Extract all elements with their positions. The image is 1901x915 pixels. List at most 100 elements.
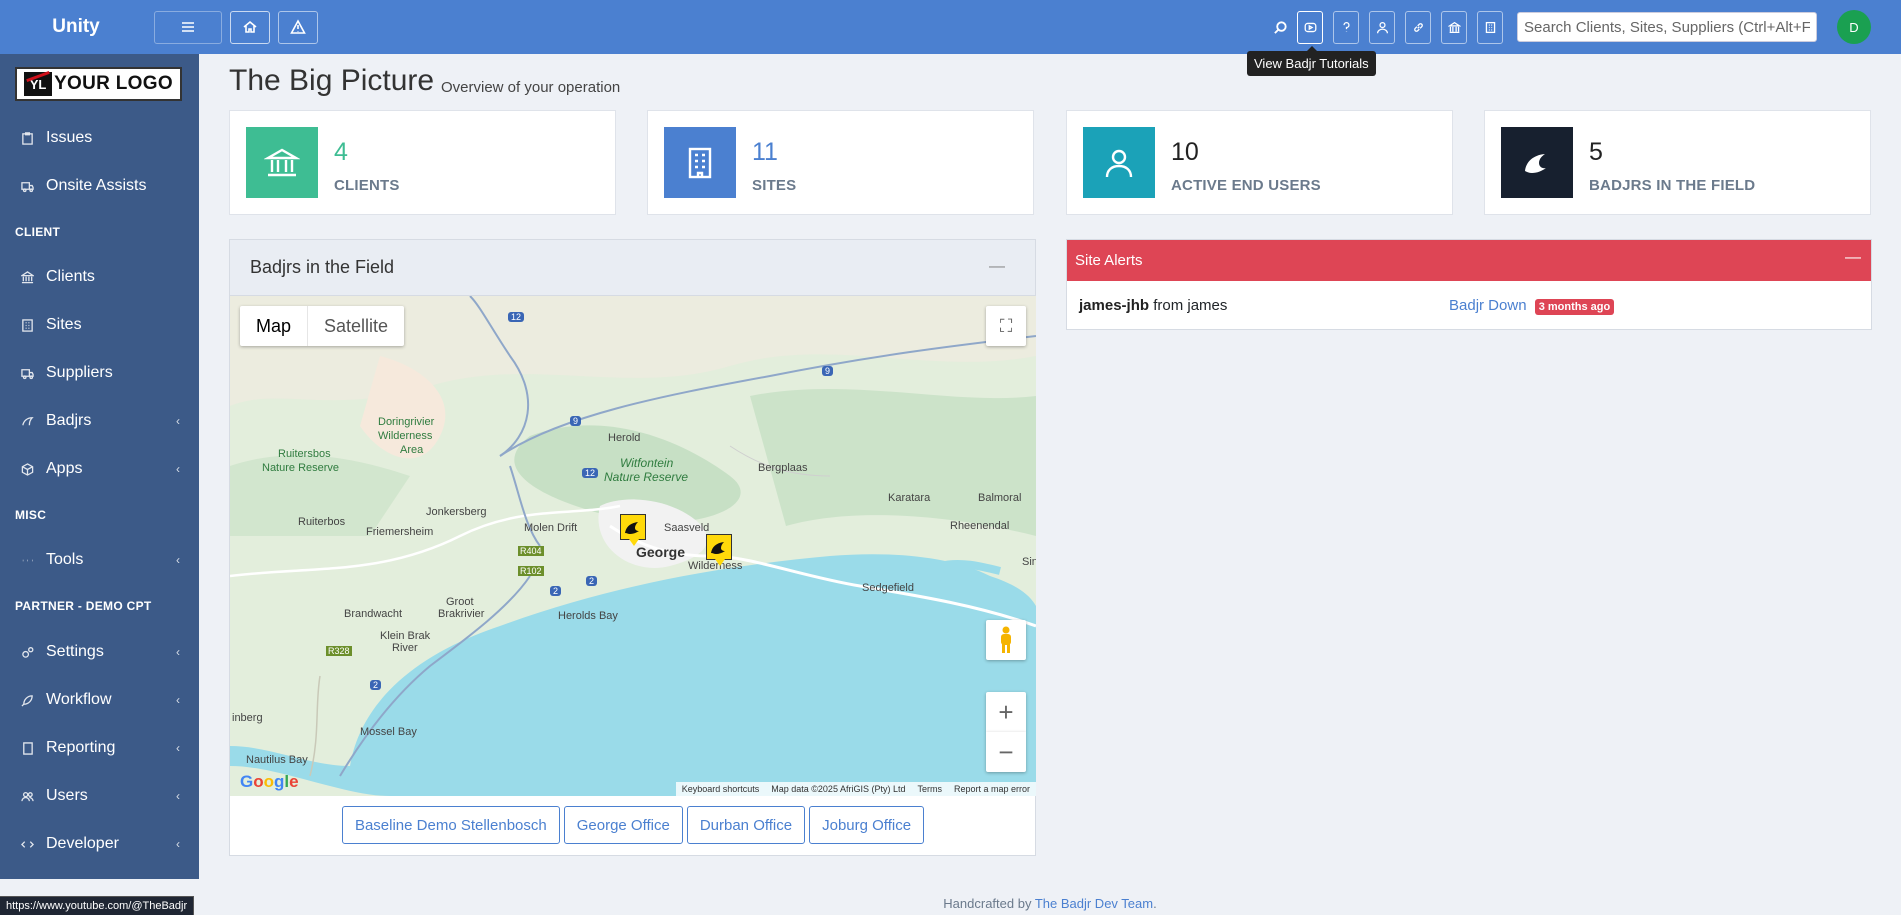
tooltip: View Badjr Tutorials — [1247, 46, 1376, 76]
question-icon — [1342, 21, 1350, 32]
map-label: Ruitersbos — [278, 448, 331, 460]
sidebar-item-settings[interactable]: Settings ‹ — [0, 632, 199, 672]
badjrs-map-panel: Badjrs in the Field — Map Satellite ⛶ + … — [229, 239, 1036, 856]
road-badge: R404 — [518, 546, 544, 556]
zoom-in-button[interactable]: + — [986, 692, 1026, 732]
stat-value: 4 — [334, 138, 348, 166]
map-label: Friemersheim — [366, 526, 434, 538]
sites-nav-button[interactable] — [1477, 10, 1503, 44]
map-label: Herold — [608, 432, 641, 444]
user-button[interactable] — [1369, 10, 1395, 44]
global-search-input[interactable] — [1517, 12, 1817, 42]
sidebar-item-badjrs[interactable]: Badjrs ‹ — [0, 401, 199, 441]
alert-status-link[interactable]: Badjr Down — [1449, 297, 1527, 314]
stat-value: 5 — [1589, 138, 1603, 166]
location-button-george[interactable]: George Office — [563, 806, 683, 844]
alert-source: james-jhb from james — [1067, 297, 1449, 314]
map-view[interactable]: Map Satellite ⛶ + − Doringrivier Wildern… — [230, 296, 1036, 796]
map-label: Wilderness — [378, 430, 433, 442]
map-label: Jonkersberg — [426, 506, 487, 518]
keyboard-shortcuts-link[interactable]: Keyboard shortcuts — [676, 784, 766, 794]
sidebar-item-label: Apps — [46, 460, 83, 477]
map-label: Karatara — [888, 492, 931, 504]
road-badge: 9 — [570, 416, 582, 426]
menu-toggle-button[interactable] — [154, 10, 222, 44]
map-label: Rheenendal — [950, 520, 1010, 532]
location-button-stellenbosch[interactable]: Baseline Demo Stellenbosch — [341, 806, 560, 844]
stat-card-clients[interactable]: 4 CLIENTS — [229, 110, 616, 215]
sidebar-item-label: Users — [46, 787, 88, 804]
bank-icon — [1447, 21, 1461, 33]
sidebar-item-workflow[interactable]: Workflow ‹ — [0, 680, 199, 720]
tutorials-button[interactable] — [1297, 10, 1323, 44]
sidebar-item-reporting[interactable]: Reporting ‹ — [0, 728, 199, 768]
badger-icon — [19, 413, 35, 429]
map-label: Brakrivier — [438, 608, 485, 620]
alert-row[interactable]: james-jhb from james Badjr Down 3 months… — [1067, 281, 1871, 330]
sidebar-item-sites[interactable]: Sites — [0, 305, 199, 345]
google-logo: Google — [240, 772, 299, 791]
sidebar-item-label: Tools — [46, 551, 84, 568]
logo-mark: YL — [24, 72, 53, 96]
alert-from: from james — [1153, 297, 1228, 314]
pegman-icon[interactable] — [986, 620, 1026, 660]
map-attribution: Keyboard shortcuts Map data ©2025 AfriGI… — [675, 782, 1036, 796]
dots-icon — [19, 552, 35, 568]
sidebar-item-tools[interactable]: Tools ‹ — [0, 540, 199, 580]
sidebar-item-label: Settings — [46, 643, 104, 660]
top-navbar: Unity D — [0, 0, 1901, 54]
road-badge: 2 — [550, 586, 562, 596]
sidebar-item-users[interactable]: Users ‹ — [0, 776, 199, 816]
search-icon[interactable] — [1267, 14, 1293, 40]
minimize-icon[interactable]: — — [989, 258, 1005, 276]
alerts-button[interactable] — [278, 10, 318, 44]
bank-icon — [246, 127, 318, 198]
location-button-joburg[interactable]: Joburg Office — [809, 806, 925, 844]
stat-card-active-users[interactable]: 10 ACTIVE END USERS — [1066, 110, 1453, 215]
fullscreen-icon[interactable]: ⛶ — [986, 306, 1026, 346]
panel-header: Badjrs in the Field — — [230, 240, 1035, 296]
terms-link[interactable]: Terms — [911, 784, 948, 794]
road-badge: 2 — [586, 576, 598, 586]
badjr-map-marker[interactable] — [620, 514, 646, 546]
sidebar-item-onsite-assists[interactable]: Onsite Assists — [0, 166, 199, 206]
sidebar-item-issues[interactable]: Issues — [0, 118, 199, 158]
links-button[interactable] — [1405, 10, 1431, 44]
home-icon — [243, 20, 257, 33]
alert-site[interactable]: james-jhb — [1079, 297, 1149, 314]
report-error-link[interactable]: Report a map error — [948, 784, 1036, 794]
sidebar-item-clients[interactable]: Clients — [0, 257, 199, 297]
clients-nav-button[interactable] — [1441, 10, 1467, 44]
alerts-header: Site Alerts — — [1067, 240, 1871, 281]
badjr-map-marker[interactable] — [706, 534, 732, 566]
sidebar-item-apps[interactable]: Apps ‹ — [0, 449, 199, 489]
user-avatar[interactable]: D — [1837, 10, 1871, 44]
sidebar-section-partner: PARTNER - DEMO CPT — [15, 599, 152, 613]
alert-time-badge: 3 months ago — [1534, 299, 1615, 315]
home-button[interactable] — [230, 10, 270, 44]
sidebar-item-developer[interactable]: Developer ‹ — [0, 824, 199, 864]
company-logo[interactable]: YL YOUR LOGO — [15, 67, 182, 101]
location-button-durban[interactable]: Durban Office — [686, 806, 806, 844]
location-buttons: Baseline Demo Stellenbosch George Office… — [230, 806, 1036, 844]
sidebar-item-label: Clients — [46, 268, 95, 285]
sidebar-item-suppliers[interactable]: Suppliers — [0, 353, 199, 393]
footer-team-link[interactable]: The Badjr Dev Team — [1035, 896, 1153, 911]
stat-value: 10 — [1171, 138, 1199, 166]
book-icon — [19, 740, 35, 756]
brand-title[interactable]: Unity — [0, 16, 152, 38]
user-icon — [1376, 21, 1388, 33]
zoom-out-button[interactable]: − — [986, 732, 1026, 772]
sidebar-item-label: Workflow — [46, 691, 112, 708]
logo-text: YOUR LOGO — [54, 73, 173, 94]
map-label: Molen Drift — [524, 522, 578, 534]
map-tab[interactable]: Map — [240, 306, 309, 346]
minimize-icon[interactable]: — — [1845, 249, 1861, 267]
rocket-icon — [19, 692, 35, 708]
help-button[interactable] — [1333, 10, 1359, 44]
map-label: Bergplaas — [758, 462, 808, 474]
stat-card-badjrs[interactable]: 5 BADJRS IN THE FIELD — [1484, 110, 1871, 215]
map-label: Mossel Bay — [360, 726, 417, 738]
satellite-tab[interactable]: Satellite — [308, 306, 404, 346]
stat-card-sites[interactable]: 11 SITES — [647, 110, 1034, 215]
